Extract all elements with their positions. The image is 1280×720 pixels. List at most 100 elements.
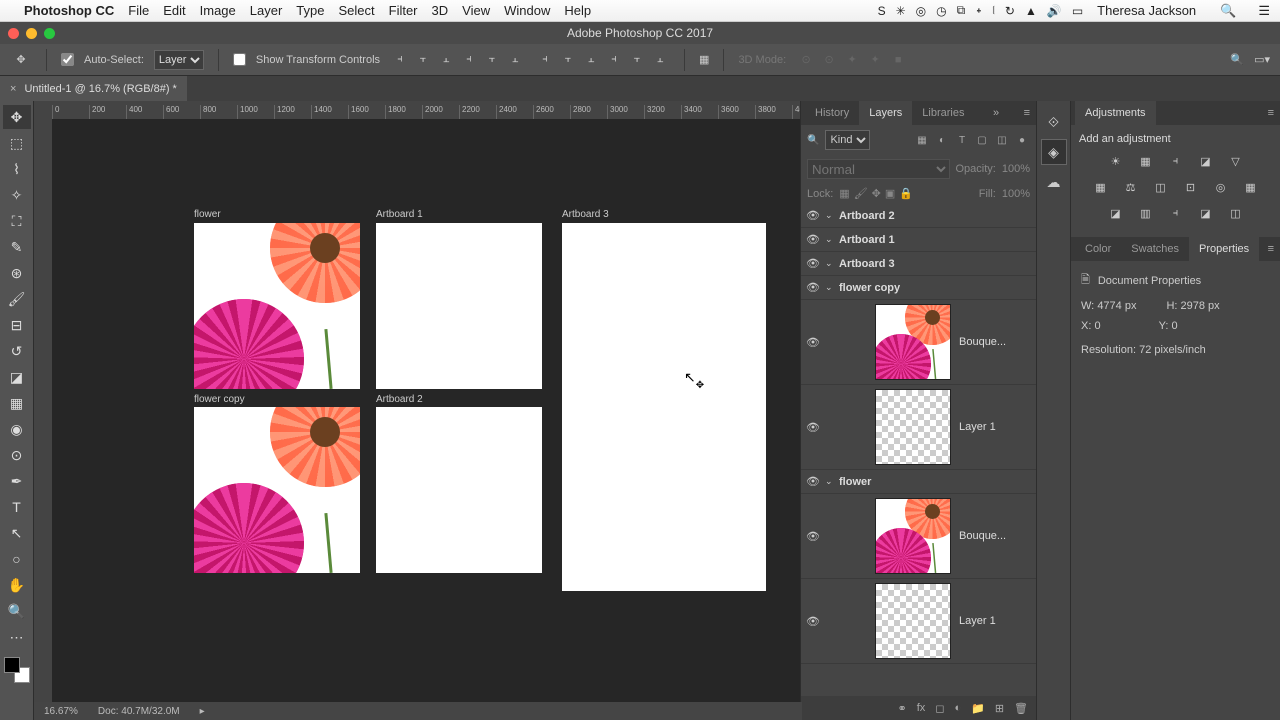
artboard-label[interactable]: flower copy [194, 394, 245, 405]
user-name[interactable]: Theresa Jackson [1097, 3, 1196, 18]
minimize-button[interactable] [26, 28, 37, 39]
show-transform-checkbox[interactable] [233, 53, 246, 66]
hand-tool[interactable]: ✋ [3, 573, 31, 597]
visibility-icon[interactable]: 👁 [801, 530, 825, 543]
panel-menu-icon[interactable]: ≡ [1262, 243, 1280, 255]
panel-expand-icon[interactable]: » [987, 107, 1005, 119]
blend-mode-select[interactable]: Normal [807, 159, 950, 179]
align-icon[interactable]: ⫟ [413, 50, 433, 70]
distribute-icon[interactable]: ⫟ [627, 50, 647, 70]
status-caret-icon[interactable]: ▸ [200, 706, 205, 717]
lock-pixels-icon[interactable]: 🖌 [854, 187, 868, 200]
tab-properties[interactable]: Properties [1189, 237, 1259, 261]
crop-tool[interactable]: ⛶ [3, 209, 31, 233]
layer-row-artboard3[interactable]: 👁 ⌄ Artboard 3 [801, 252, 1036, 276]
menu-layer[interactable]: Layer [250, 3, 283, 18]
dock-layers-icon[interactable]: ◈ [1041, 139, 1067, 165]
shape-tool[interactable]: ○ [3, 547, 31, 571]
mask-icon[interactable]: ◻ [935, 702, 944, 715]
exposure-icon[interactable]: ◪ [1195, 151, 1217, 171]
doc-size[interactable]: Doc: 40.7M/32.0M [98, 706, 180, 717]
layer-layer1[interactable]: 👁 Layer 1 [801, 579, 1036, 664]
layer-layer1-copy[interactable]: 👁 Layer 1 [801, 385, 1036, 470]
move-tool[interactable]: ✥ [3, 105, 31, 129]
eyedropper-tool[interactable]: ✎ [3, 235, 31, 259]
visibility-icon[interactable]: 👁 [801, 615, 825, 628]
curves-icon[interactable]: ⫞ [1165, 151, 1187, 171]
tab-libraries[interactable]: Libraries [912, 101, 974, 125]
document-tab[interactable]: × Untitled-1 @ 16.7% (RGB/8#) * [0, 76, 187, 101]
status-icon[interactable]: ⧉ [957, 3, 966, 18]
bluetooth-icon[interactable]: ᛭ [975, 4, 982, 18]
threshold-icon[interactable]: ⫞ [1165, 203, 1187, 223]
status-icon[interactable]: ✳ [896, 4, 906, 18]
canvas-area[interactable]: 0200400600800100012001400160018002000220… [34, 101, 800, 720]
distribute-icon[interactable]: ⫠ [581, 50, 601, 70]
artboard-label[interactable]: Artboard 1 [376, 209, 423, 220]
status-icon[interactable]: S [878, 4, 886, 18]
filter-pixel-icon[interactable]: ▦ [914, 132, 930, 148]
move-tool-icon[interactable]: ✥ [10, 49, 32, 71]
visibility-icon[interactable]: 👁 [801, 257, 825, 270]
caret-icon[interactable]: ⌄ [825, 476, 839, 487]
menu-3d[interactable]: 3D [432, 3, 449, 18]
search-icon[interactable]: 🔍 [1230, 53, 1244, 66]
filter-toggle-icon[interactable]: ● [1014, 132, 1030, 148]
color-swatches[interactable] [4, 657, 30, 683]
levels-icon[interactable]: ▦ [1135, 151, 1157, 171]
close-button[interactable] [8, 28, 19, 39]
filter-type-icon[interactable]: T [954, 132, 970, 148]
visibility-icon[interactable]: 👁 [801, 336, 825, 349]
artboard-3[interactable] [562, 223, 766, 591]
visibility-icon[interactable]: 👁 [801, 421, 825, 434]
artboard-label[interactable]: flower [194, 209, 221, 220]
gradient-tool[interactable]: ▦ [3, 391, 31, 415]
hue-icon[interactable]: ▦ [1090, 177, 1112, 197]
artboard-flower-copy[interactable] [194, 407, 360, 573]
adjustment-icon[interactable]: ◐ [954, 702, 961, 714]
stamp-tool[interactable]: ⊟ [3, 313, 31, 337]
pen-tool[interactable]: ✒ [3, 469, 31, 493]
vibrance-icon[interactable]: ▽ [1225, 151, 1247, 171]
align-icon[interactable]: ⫞ [390, 50, 410, 70]
selective-icon[interactable]: ◫ [1225, 203, 1247, 223]
type-tool[interactable]: T [3, 495, 31, 519]
lock-all-icon[interactable]: 🔒 [899, 187, 913, 200]
panel-menu-icon[interactable]: ≡ [1018, 107, 1036, 119]
link-icon[interactable]: ⚭ [898, 702, 907, 715]
align-icon[interactable]: ⫠ [505, 50, 525, 70]
status-icon[interactable]: ▭ [1072, 4, 1083, 18]
align-icon[interactable]: ⫞ [459, 50, 479, 70]
marquee-tool[interactable]: ⬚ [3, 131, 31, 155]
workspace-switcher-icon[interactable]: ▭▾ [1254, 53, 1270, 66]
distribute-icon[interactable]: ⫞ [604, 50, 624, 70]
menu-type[interactable]: Type [296, 3, 324, 18]
layer-row-artboard2[interactable]: 👁 ⌄ Artboard 2 [801, 204, 1036, 228]
status-icon[interactable]: ▲ [1025, 4, 1037, 18]
history-brush-tool[interactable]: ↺ [3, 339, 31, 363]
edit-toolbar[interactable]: ⋯ [3, 625, 31, 649]
zoom-level[interactable]: 16.67% [44, 706, 78, 717]
auto-select-checkbox[interactable] [61, 53, 74, 66]
visibility-icon[interactable]: 👁 [801, 233, 825, 246]
new-layer-icon[interactable]: ⊞ [995, 702, 1004, 715]
panel-menu-icon[interactable]: ≡ [1262, 107, 1280, 119]
align-icon[interactable]: ⫠ [436, 50, 456, 70]
invert-icon[interactable]: ◪ [1105, 203, 1127, 223]
delete-icon[interactable]: 🗑 [1014, 702, 1028, 715]
distribute-icon[interactable]: ⫟ [558, 50, 578, 70]
app-name[interactable]: Photoshop CC [24, 3, 114, 18]
tab-layers[interactable]: Layers [859, 101, 912, 125]
tab-history[interactable]: History [805, 101, 859, 125]
timemachine-icon[interactable]: ↻ [1005, 4, 1015, 18]
blur-tool[interactable]: ◉ [3, 417, 31, 441]
lookup-icon[interactable]: ▦ [1240, 177, 1262, 197]
menu-filter[interactable]: Filter [389, 3, 418, 18]
status-icon[interactable]: ◷ [936, 4, 946, 18]
align-icon[interactable]: ⫟ [482, 50, 502, 70]
layer-bouque-copy[interactable]: 👁 Bouque... [801, 300, 1036, 385]
close-tab-icon[interactable]: × [10, 83, 16, 95]
status-icon[interactable]: ◎ [916, 4, 926, 18]
artboard-flower[interactable] [194, 223, 360, 389]
menu-edit[interactable]: Edit [163, 3, 185, 18]
